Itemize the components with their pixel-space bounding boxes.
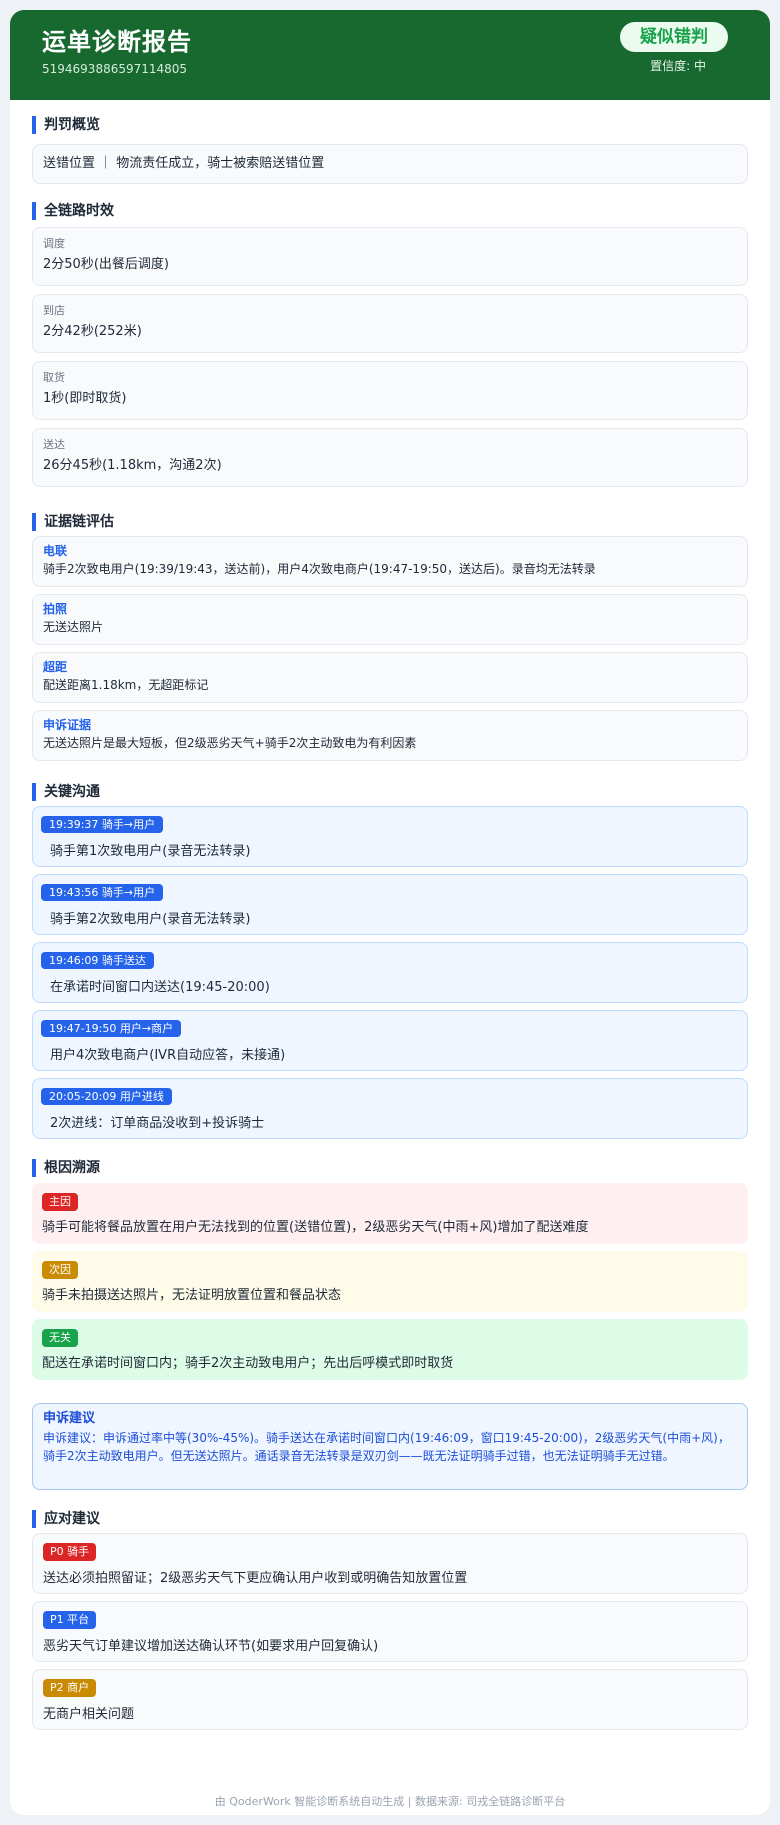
suggestion-tag-p2: P2 商户 [43, 1679, 97, 1697]
suggestion-item-merchant: P2 商户 无商户相关问题 [32, 1669, 748, 1730]
order-id: 5194693886597114805 [42, 62, 188, 76]
report-body: 判罚概览 送错位置 ｜ 物流责任成立，骑士被索赔送错位置 全链路时效 调度 2分… [10, 116, 770, 1730]
cause-primary: 主因 骑手可能将餐品放置在用户无法找到的位置(送错位置)，2级恶劣天气(中雨+风… [32, 1183, 748, 1244]
evidence-list: 电联 骑手2次致电用户(19:39/19:43，送达前)，用户4次致电商户(19… [32, 536, 748, 761]
timing-label: 到店 [43, 304, 65, 317]
evidence-label: 超距 [43, 660, 68, 674]
appeal-suggestion-box: 申诉建议 申诉建议：申诉通过率中等(30%-45%)。骑手送达在承诺时间窗口内(… [32, 1403, 748, 1490]
report-card: 运单诊断报告 5194693886597114805 疑似错判 置信度: 中 判… [10, 10, 770, 1815]
timing-item-dispatch: 调度 2分50秒(出餐后调度) [32, 227, 748, 286]
communication-text: 在承诺时间窗口内送达(19:45-20:00) [50, 980, 270, 995]
cause-tag-unrelated: 无关 [42, 1329, 78, 1347]
section-title-timing: 全链路时效 [32, 202, 748, 220]
evidence-label: 申诉证据 [43, 718, 92, 732]
suggestion-text: 恶劣天气订单建议增加送达确认环节(如要求用户回复确认) [43, 1639, 379, 1654]
timing-value: 26分45秒(1.18km，沟通2次) [43, 458, 222, 473]
footer-note: 由 QoderWork 智能诊断系统自动生成 | 数据来源: 司戎全链路诊断平台 [214, 1795, 566, 1808]
suggestion-text: 无商户相关问题 [43, 1707, 135, 1722]
timing-value: 2分42秒(252米) [43, 324, 142, 339]
cause-tag-primary: 主因 [42, 1193, 78, 1211]
communication-time-tag: 19:47-19:50 用户→商户 [41, 1020, 182, 1037]
evidence-text: 无送达照片 [43, 620, 104, 634]
summary-box: 送错位置 ｜ 物流责任成立，骑士被索赔送错位置 [32, 144, 748, 184]
evidence-label: 电联 [43, 544, 68, 558]
suggestion-text: 送达必须拍照留证；2级恶劣天气下更应确认用户收到或明确告知放置位置 [43, 1571, 468, 1586]
cause-secondary: 次因 骑手未拍摄送达照片，无法证明放置位置和餐品状态 [32, 1251, 748, 1312]
timing-list: 调度 2分50秒(出餐后调度) 到店 2分42秒(252米) 取货 1秒(即时取… [32, 227, 748, 487]
suggestion-tag-p0: P0 骑手 [43, 1543, 97, 1561]
communication-item: 19:39:37 骑手→用户 骑手第1次致电用户(录音无法转录) [32, 806, 748, 867]
communication-text: 骑手第1次致电用户(录音无法转录) [50, 844, 251, 859]
suggestion-item-rider: P0 骑手 送达必须拍照留证；2级恶劣天气下更应确认用户收到或明确告知放置位置 [32, 1533, 748, 1594]
evidence-item-appeal: 申诉证据 无送达照片是最大短板，但2级恶劣天气+骑手2次主动致电为有利因素 [32, 710, 748, 761]
timing-item-deliver: 送达 26分45秒(1.18km，沟通2次) [32, 428, 748, 487]
communication-item: 19:46:09 骑手送达 在承诺时间窗口内送达(19:45-20:00) [32, 942, 748, 1003]
communication-item: 19:47-19:50 用户→商户 用户4次致电商户(IVR自动应答，未接通) [32, 1010, 748, 1071]
confidence-label: 置信度: [650, 59, 691, 73]
timing-label: 取货 [43, 371, 65, 384]
timing-value: 1秒(即时取货) [43, 391, 127, 406]
cause-tag-secondary: 次因 [42, 1261, 78, 1279]
report-header: 运单诊断报告 5194693886597114805 疑似错判 置信度: 中 [10, 10, 770, 100]
timing-label: 调度 [43, 237, 65, 250]
section-title-evidence: 证据链评估 [32, 513, 748, 531]
root-cause-list: 主因 骑手可能将餐品放置在用户无法找到的位置(送错位置)，2级恶劣天气(中雨+风… [32, 1183, 748, 1380]
appeal-text: 申诉建议：申诉通过率中等(30%-45%)。骑手送达在承诺时间窗口内(19:46… [43, 1431, 730, 1463]
cause-unrelated: 无关 配送在承诺时间窗口内；骑手2次主动致电用户；先出后呼模式即时取货 [32, 1319, 748, 1380]
communication-time-tag: 20:05-20:09 用户进线 [41, 1088, 172, 1105]
evidence-item-distance: 超距 配送距离1.18km，无超距标记 [32, 652, 748, 703]
communication-time-tag: 19:46:09 骑手送达 [41, 952, 154, 969]
communication-list: 19:39:37 骑手→用户 骑手第1次致电用户(录音无法转录) 19:43:5… [32, 806, 748, 1139]
appeal-title: 申诉建议 [43, 1411, 96, 1426]
timing-value: 2分50秒(出餐后调度) [43, 257, 169, 272]
confidence-value: 中 [693, 59, 706, 73]
cause-text: 骑手未拍摄送达照片，无法证明放置位置和餐品状态 [42, 1288, 342, 1303]
evidence-text: 无送达照片是最大短板，但2级恶劣天气+骑手2次主动致电为有利因素 [43, 736, 417, 750]
section-title-suggestions: 应对建议 [32, 1510, 748, 1528]
timing-item-arrive-store: 到店 2分42秒(252米) [32, 294, 748, 353]
communication-text: 2次进线：订单商品没收到+投诉骑士 [50, 1116, 265, 1131]
evidence-text: 骑手2次致电用户(19:39/19:43，送达前)，用户4次致电商户(19:47… [43, 562, 596, 576]
evidence-item-call: 电联 骑手2次致电用户(19:39/19:43，送达前)，用户4次致电商户(19… [32, 536, 748, 587]
timing-item-pickup: 取货 1秒(即时取货) [32, 361, 748, 420]
evidence-item-photo: 拍照 无送达照片 [32, 594, 748, 645]
evidence-text: 配送距离1.18km，无超距标记 [43, 678, 209, 692]
confidence-indicator: 置信度: 中 [650, 57, 706, 74]
section-title-summary: 判罚概览 [32, 116, 748, 134]
communication-time-tag: 19:43:56 骑手→用户 [41, 884, 164, 901]
cause-text: 骑手可能将餐品放置在用户无法找到的位置(送错位置)，2级恶劣天气(中雨+风)增加… [42, 1220, 589, 1235]
timing-label: 送达 [43, 438, 65, 451]
suggestion-list: P0 骑手 送达必须拍照留证；2级恶劣天气下更应确认用户收到或明确告知放置位置 … [32, 1533, 748, 1730]
communication-item: 20:05-20:09 用户进线 2次进线：订单商品没收到+投诉骑士 [32, 1078, 748, 1139]
section-title-root-cause: 根因溯源 [32, 1159, 748, 1177]
verdict-badge: 疑似错判 [620, 22, 728, 52]
communication-item: 19:43:56 骑手→用户 骑手第2次致电用户(录音无法转录) [32, 874, 748, 935]
suggestion-tag-p1: P1 平台 [43, 1611, 97, 1629]
suggestion-item-platform: P1 平台 恶劣天气订单建议增加送达确认环节(如要求用户回复确认) [32, 1601, 748, 1662]
communication-text: 骑手第2次致电用户(录音无法转录) [50, 912, 251, 927]
communication-text: 用户4次致电商户(IVR自动应答，未接通) [50, 1048, 286, 1063]
cause-text: 配送在承诺时间窗口内；骑手2次主动致电用户；先出后呼模式即时取货 [42, 1356, 454, 1371]
communication-time-tag: 19:39:37 骑手→用户 [41, 816, 164, 833]
evidence-label: 拍照 [43, 602, 68, 616]
section-title-communication: 关键沟通 [32, 783, 748, 801]
